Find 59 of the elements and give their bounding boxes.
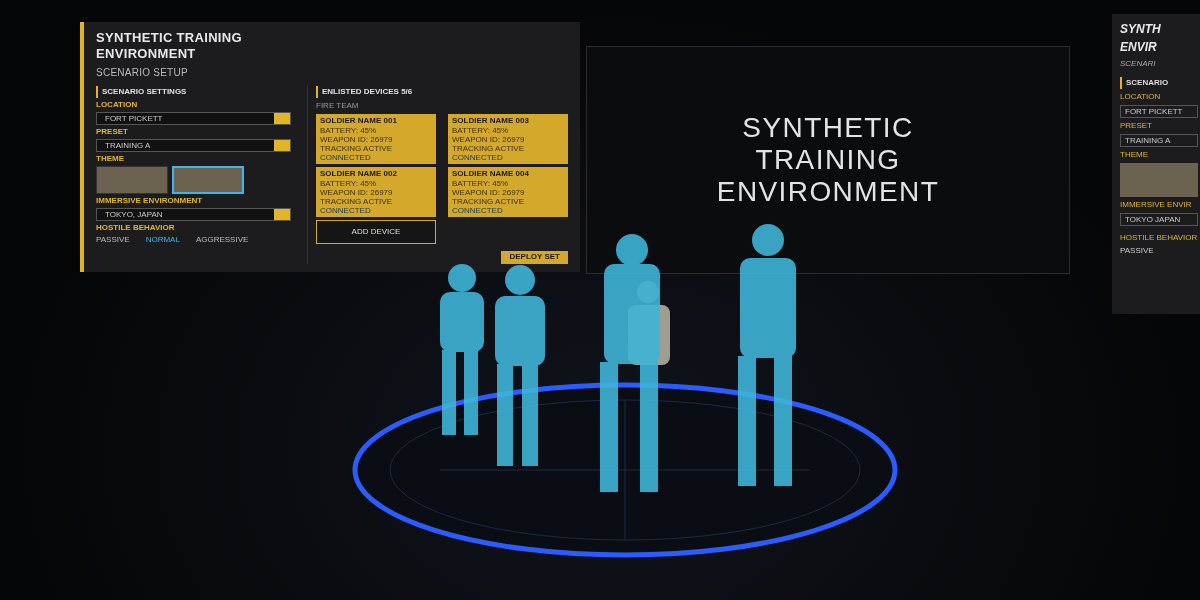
device-status: CONNECTED <box>320 152 372 162</box>
field-label: THEME <box>96 153 125 164</box>
device-detail: BATTERY: 45% <box>320 178 378 188</box>
section-heading: SCENARIO SETTINGS <box>96 85 295 98</box>
device-card[interactable]: SOLDIER NAME 002 BATTERY: 45% WEAPON ID: 26979 TRACKING ACTIVE CONNECTED <box>316 166 436 217</box>
add-device-button[interactable]: ADD DEVICE <box>316 219 436 244</box>
select-field[interactable]: FORT PICKETT <box>1120 105 1198 118</box>
device-detail: TRACKING ACTIVE <box>320 143 393 153</box>
deploy-button[interactable]: DEPLOY SET <box>501 250 568 264</box>
device-status: CONNECTED <box>452 205 504 215</box>
device-card[interactable]: SOLDIER NAME 004 BATTERY: 45% WEAPON ID: 26979 TRACKING ACTIVE CONNECTED <box>448 166 568 217</box>
field-label: IMMERSIVE ENVIR <box>1120 200 1193 210</box>
panel-subtitle: SCENARI <box>1120 58 1157 70</box>
field-label: LOCATION <box>1120 92 1162 102</box>
select-field[interactable]: TRAINING A <box>1120 134 1198 147</box>
panel-title: SYNTHETIC TRAINING ENVIRONMENT <box>96 30 243 63</box>
select-field[interactable]: TOKYO JAPAN <box>1120 213 1198 226</box>
device-name: SOLDIER NAME 001 <box>320 115 398 126</box>
device-name: SOLDIER NAME 002 <box>320 168 398 179</box>
screen-title: SYNTHETIC <box>742 112 914 144</box>
field-label: HOSTILE BEHAVIOR <box>1120 233 1199 243</box>
radio-option[interactable]: NORMAL <box>145 234 180 245</box>
device-detail: TRACKING ACTIVE <box>320 196 393 206</box>
device-detail: WEAPON ID: 26979 <box>452 134 526 144</box>
select-field[interactable]: FORT PICKETT <box>96 111 291 125</box>
radio-option[interactable]: AGGRESSIVE <box>195 234 249 245</box>
select-field[interactable]: TRAINING A <box>96 138 291 152</box>
device-name: SOLDIER NAME 004 <box>452 168 530 179</box>
panel-title: SYNTH <box>1120 22 1162 37</box>
field-label: IMMERSIVE ENVIRONMENT <box>96 195 204 206</box>
device-detail: WEAPON ID: 26979 <box>320 134 394 144</box>
field-label: THEME <box>1120 150 1149 160</box>
device-detail: WEAPON ID: 26979 <box>320 187 394 197</box>
field-label: LOCATION <box>96 99 139 110</box>
section-heading: SCENARIO <box>1120 77 1200 89</box>
device-status: CONNECTED <box>320 205 372 215</box>
panel-title: ENVIR <box>1120 40 1158 55</box>
device-detail: TRACKING ACTIVE <box>452 196 525 206</box>
panel-subtitle: SCENARIO SETUP <box>96 65 189 80</box>
column-label: FIRE TEAM <box>316 100 360 111</box>
radio-option[interactable]: PASSIVE <box>96 234 130 245</box>
screen-title: TRAINING <box>755 144 901 176</box>
device-card[interactable]: SOLDIER NAME 003 BATTERY: 45% WEAPON ID: 26979 TRACKING ACTIVE CONNECTED <box>448 113 568 164</box>
field-label: PRESET <box>1120 121 1153 131</box>
screen-title: ENVIRONMENT <box>716 176 940 208</box>
theme-photo-placeholder[interactable] <box>172 165 244 194</box>
device-card[interactable]: SOLDIER NAME 001 BATTERY: 45% WEAPON ID: 26979 TRACKING ACTIVE CONNECTED <box>316 113 436 164</box>
device-status: CONNECTED <box>452 152 504 162</box>
device-detail: TRACKING ACTIVE <box>452 143 525 153</box>
device-detail: WEAPON ID: 26979 <box>452 187 526 197</box>
device-name: SOLDIER NAME 003 <box>452 115 530 126</box>
radio-option[interactable]: PASSIVE <box>1120 246 1200 256</box>
field-label: PRESET <box>96 126 129 137</box>
field-label: HOSTILE BEHAVIOR <box>96 222 176 233</box>
device-detail: BATTERY: 45% <box>452 125 510 135</box>
device-detail: BATTERY: 45% <box>320 125 378 135</box>
device-detail: BATTERY: 45% <box>452 178 510 188</box>
section-heading: ENLISTED DEVICES 5/6 <box>316 85 568 98</box>
select-field[interactable]: TOKYO, JAPAN <box>96 207 291 221</box>
